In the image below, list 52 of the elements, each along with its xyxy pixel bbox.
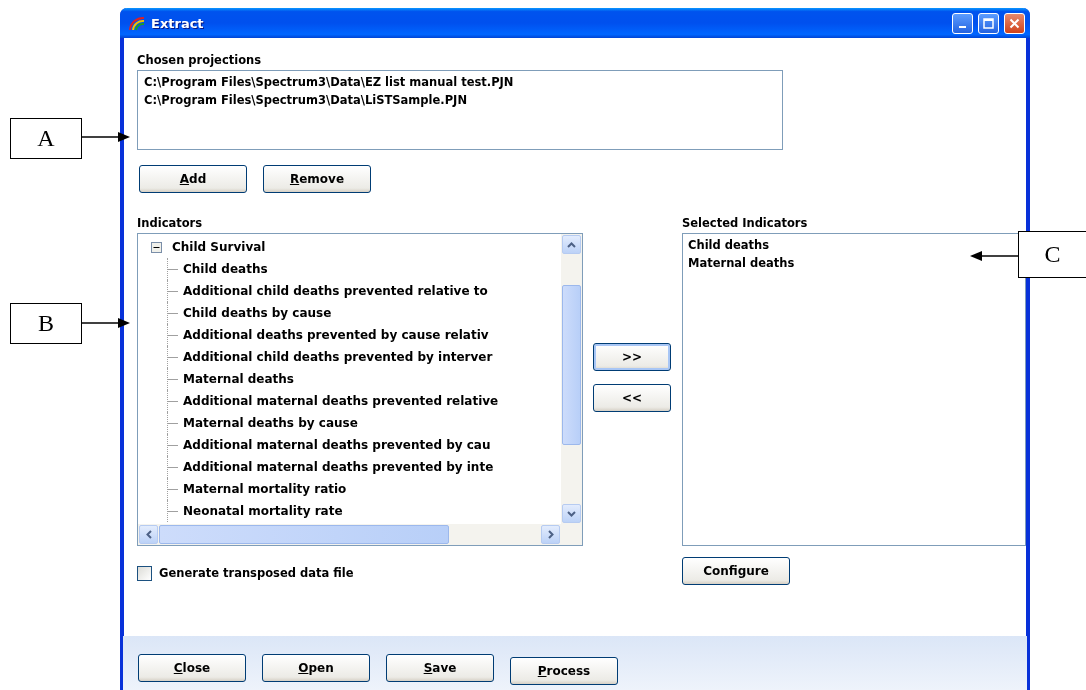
arrow-icon xyxy=(82,131,130,143)
tree-item[interactable]: Additional child deaths prevented relative to xyxy=(183,284,488,298)
callout-label: A xyxy=(10,118,82,159)
list-item[interactable]: Maternal deaths xyxy=(688,254,1020,272)
indicators-tree[interactable] xyxy=(137,233,583,546)
checkbox[interactable] xyxy=(137,565,152,581)
collapse-icon[interactable] xyxy=(151,241,162,253)
section-label: Chosen projections xyxy=(137,52,263,68)
tree-item[interactable]: Additional maternal deaths prevented relative xyxy=(183,394,499,408)
minimize-icon xyxy=(959,26,966,28)
list-item[interactable]: Child deaths xyxy=(688,236,1020,254)
configure-button[interactable]: Configure xyxy=(682,557,790,585)
tree-item[interactable]: Additional maternal deaths prevented by inte xyxy=(183,460,494,474)
window-title: Extract xyxy=(151,15,205,31)
arrow-icon xyxy=(970,250,1018,262)
scrollbar-corner xyxy=(561,524,582,545)
tree-item[interactable]: Additional maternal deaths prevented by cau xyxy=(183,438,491,452)
tree-item[interactable]: Additional child deaths prevented by interver xyxy=(183,350,493,364)
close-button[interactable] xyxy=(1004,12,1025,34)
section-label: Selected Indicators xyxy=(682,215,809,231)
push-button[interactable]: Save xyxy=(386,654,494,682)
push-button[interactable]: Process xyxy=(510,657,618,685)
rainbow-icon xyxy=(128,15,146,31)
tree-item[interactable]: Maternal deaths xyxy=(183,372,294,386)
push-button[interactable]: Close xyxy=(138,654,246,682)
push-button[interactable]: << xyxy=(593,384,671,412)
push-button[interactable]: >> xyxy=(593,343,671,371)
list-item[interactable]: C:\Program Files\Spectrum3\Data\LiSTSample.PJN xyxy=(144,91,776,109)
section-label: Indicators xyxy=(137,215,204,231)
tree-item[interactable]: Additional deaths prevented by cause relativ xyxy=(183,328,489,342)
maximize-button[interactable] xyxy=(978,12,999,34)
checkbox-label: Generate transposed data file xyxy=(159,565,354,581)
tree-item[interactable]: Maternal deaths by cause xyxy=(183,416,358,430)
horizontal-scrollbar[interactable] xyxy=(138,524,561,545)
tree-item[interactable]: Child Survival xyxy=(172,240,266,254)
vertical-scrollbar[interactable] xyxy=(561,234,582,524)
close-icon xyxy=(1009,17,1020,29)
push-button[interactable]: Remove xyxy=(263,165,371,193)
tree-item[interactable]: Maternal mortality ratio xyxy=(183,482,347,496)
projections-list[interactable]: C:\Program Files\Spectrum3\Data\EZ list manual test.PJN C:\Program Files\Spectrum3\Data\LiSTSample.PJN xyxy=(137,70,783,150)
maximize-icon xyxy=(983,17,994,29)
tree-item[interactable]: Child deaths xyxy=(183,262,268,276)
list-item[interactable]: C:\Program Files\Spectrum3\Data\EZ list manual test.PJN xyxy=(144,73,776,91)
tree-item[interactable]: Neonatal mortality rate xyxy=(183,504,343,518)
push-button[interactable]: Open xyxy=(262,654,370,682)
callout-label: B xyxy=(10,303,82,344)
tree-item[interactable]: Child deaths by cause xyxy=(183,306,332,320)
selected-indicators-list[interactable]: Child deaths Maternal deaths xyxy=(682,233,1026,546)
arrow-icon xyxy=(82,317,130,329)
push-button[interactable]: Add xyxy=(139,165,247,193)
callout-label: C xyxy=(1018,231,1086,278)
minimize-button[interactable] xyxy=(952,12,973,34)
